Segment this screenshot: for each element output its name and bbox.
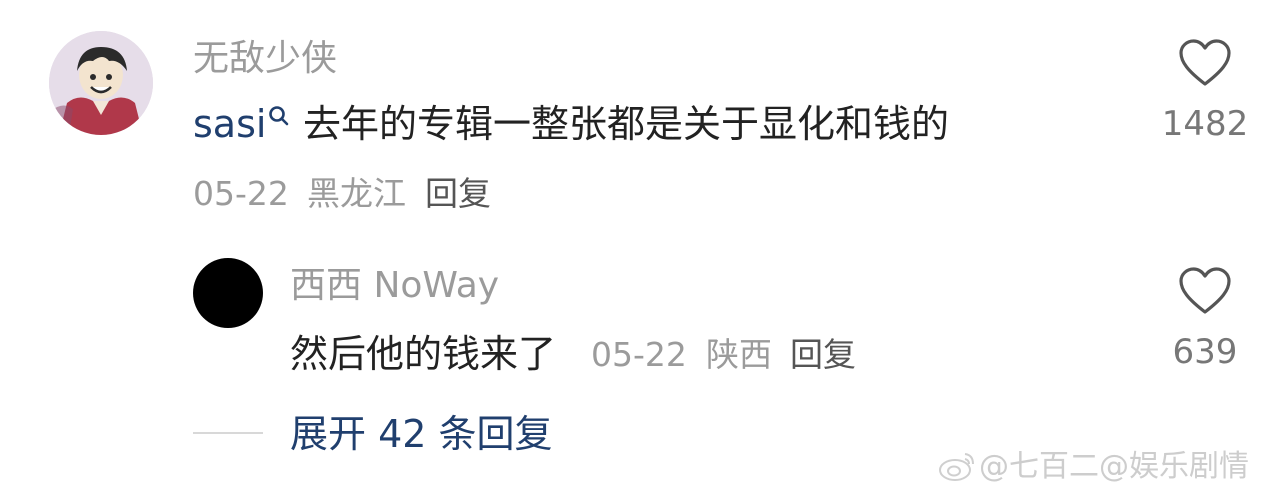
reply-avatar[interactable] <box>193 258 263 328</box>
comment-date: 05-22 <box>193 174 289 213</box>
reply-like-count: 639 <box>1172 332 1238 372</box>
reply-text: 然后他的钱来了 <box>290 332 557 376</box>
comment-username[interactable]: 无敌少侠 <box>193 41 337 77</box>
reply-location: 陕西 <box>706 335 772 374</box>
reply-reply-button[interactable]: 回复 <box>790 338 856 371</box>
heart-outline-icon[interactable] <box>1178 38 1232 88</box>
like-count: 1482 <box>1161 104 1249 144</box>
reply-username[interactable]: 西西 NoWay <box>290 268 499 304</box>
avatar-cartoon-image <box>49 31 153 135</box>
mention-link[interactable]: sasi <box>193 105 266 143</box>
comment-location: 黑龙江 <box>307 174 406 213</box>
divider <box>193 432 263 434</box>
reply-button[interactable]: 回复 <box>425 177 491 210</box>
expand-replies-link[interactable]: 展开 42 条回复 <box>290 415 553 453</box>
avatar[interactable] <box>49 31 153 135</box>
watermark-text: @七百二@娱乐剧情 <box>979 449 1249 484</box>
comment-text: 去年的专辑一整张都是关于显化和钱的 <box>303 102 950 146</box>
search-icon <box>269 106 289 126</box>
weibo-logo-icon <box>939 453 974 481</box>
reply-date: 05-22 <box>591 335 687 374</box>
heart-outline-icon[interactable] <box>1178 266 1232 316</box>
